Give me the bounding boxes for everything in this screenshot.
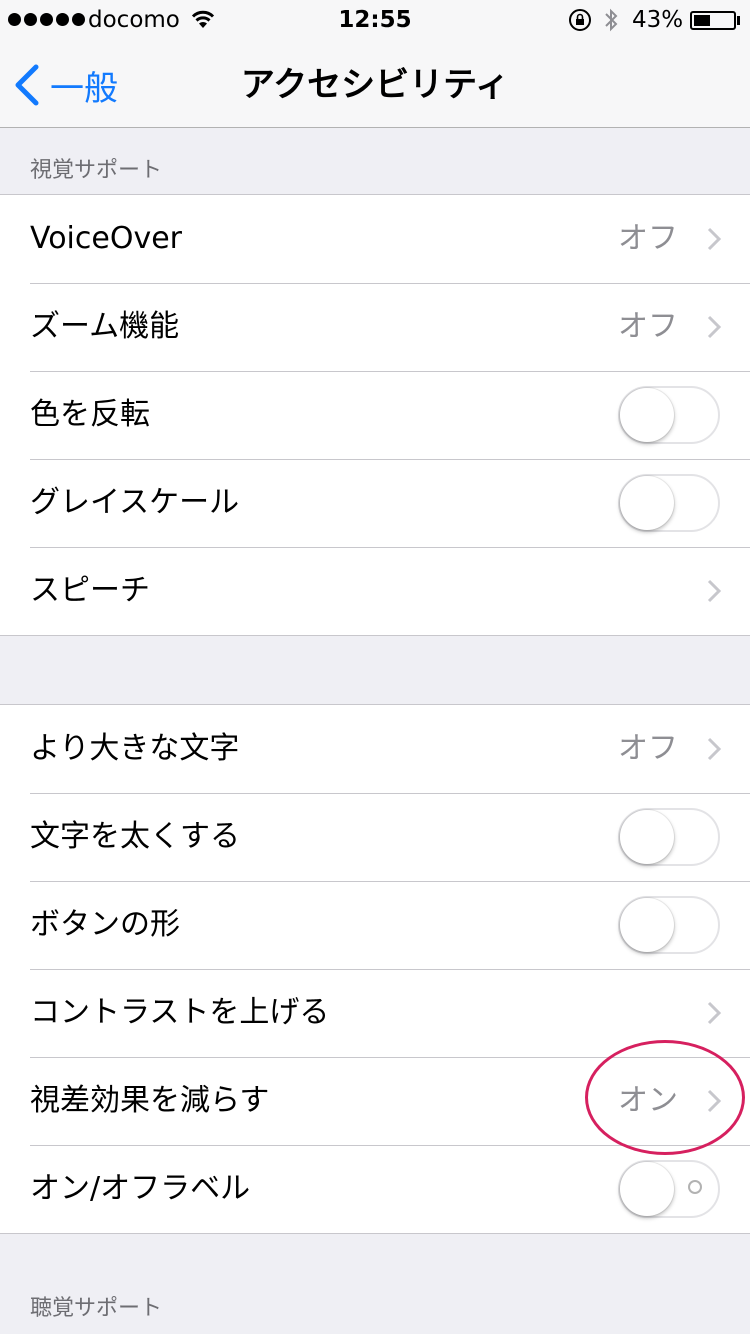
button-shapes-toggle[interactable] bbox=[618, 896, 720, 954]
toggle-knob bbox=[620, 388, 674, 442]
grayscale-toggle[interactable] bbox=[618, 474, 720, 532]
chevron-right-icon bbox=[707, 1001, 722, 1025]
toggle-knob bbox=[620, 810, 674, 864]
status-bar: docomo 12:55 43% bbox=[0, 0, 750, 40]
row-label: ボタンの形 bbox=[30, 907, 180, 942]
row-label: 色を反転 bbox=[30, 397, 150, 432]
row-bold-text: 文字を太くする bbox=[0, 793, 750, 881]
row-on-off-labels: オン/オフラベル bbox=[0, 1145, 750, 1233]
chevron-right-icon bbox=[707, 579, 722, 603]
battery-icon bbox=[690, 11, 736, 30]
row-label: 文字を太くする bbox=[30, 819, 240, 854]
row-value: オフ bbox=[618, 309, 678, 344]
row-larger-text[interactable]: より大きな文字 オフ bbox=[0, 705, 750, 793]
toggle-knob bbox=[620, 898, 674, 952]
settings-group-vision: VoiceOver オフ ズーム機能 オフ 色を反転 グレイスケール スピーチ bbox=[0, 194, 750, 636]
row-speech[interactable]: スピーチ bbox=[0, 547, 750, 635]
chevron-right-icon bbox=[707, 227, 722, 251]
rotation-lock-icon bbox=[569, 9, 591, 31]
row-value: オフ bbox=[618, 221, 678, 256]
row-label: コントラストを上げる bbox=[30, 995, 330, 1030]
battery-fill bbox=[694, 15, 710, 26]
chevron-right-icon bbox=[707, 315, 722, 339]
off-circle-icon bbox=[688, 1180, 702, 1194]
row-value: オフ bbox=[618, 731, 678, 766]
row-button-shapes: ボタンの形 bbox=[0, 881, 750, 969]
battery-tip bbox=[737, 16, 740, 25]
invert-colors-toggle[interactable] bbox=[618, 386, 720, 444]
row-grayscale: グレイスケール bbox=[0, 459, 750, 547]
section-header-vision: 視覚サポート bbox=[30, 158, 163, 183]
row-voiceover[interactable]: VoiceOver オフ bbox=[0, 195, 750, 283]
row-label: ズーム機能 bbox=[30, 309, 180, 344]
chevron-right-icon bbox=[707, 737, 722, 761]
row-label: VoiceOver bbox=[30, 221, 182, 256]
page-title: アクセシビリティ bbox=[240, 65, 510, 105]
row-label: オン/オフラベル bbox=[30, 1171, 251, 1206]
top-bar: docomo 12:55 43% 一般 アクセシビリティ bbox=[0, 0, 750, 128]
toggle-knob bbox=[620, 1162, 674, 1216]
highlight-annotation bbox=[585, 1040, 745, 1155]
row-label: より大きな文字 bbox=[30, 731, 240, 766]
section-header-hearing: 聴覚サポート bbox=[30, 1296, 163, 1321]
bold-text-toggle[interactable] bbox=[618, 808, 720, 866]
row-label: スピーチ bbox=[30, 573, 150, 608]
bluetooth-icon bbox=[605, 8, 618, 32]
battery-percent: 43% bbox=[632, 7, 684, 33]
row-label: グレイスケール bbox=[30, 485, 240, 520]
settings-group-text: より大きな文字 オフ 文字を太くする ボタンの形 コントラストを上げる 視差効果… bbox=[0, 704, 750, 1234]
on-off-labels-toggle[interactable] bbox=[618, 1160, 720, 1218]
row-zoom[interactable]: ズーム機能 オフ bbox=[0, 283, 750, 371]
row-invert-colors: 色を反転 bbox=[0, 371, 750, 459]
toggle-knob bbox=[620, 476, 674, 530]
row-label: 視差効果を減らす bbox=[30, 1083, 270, 1118]
